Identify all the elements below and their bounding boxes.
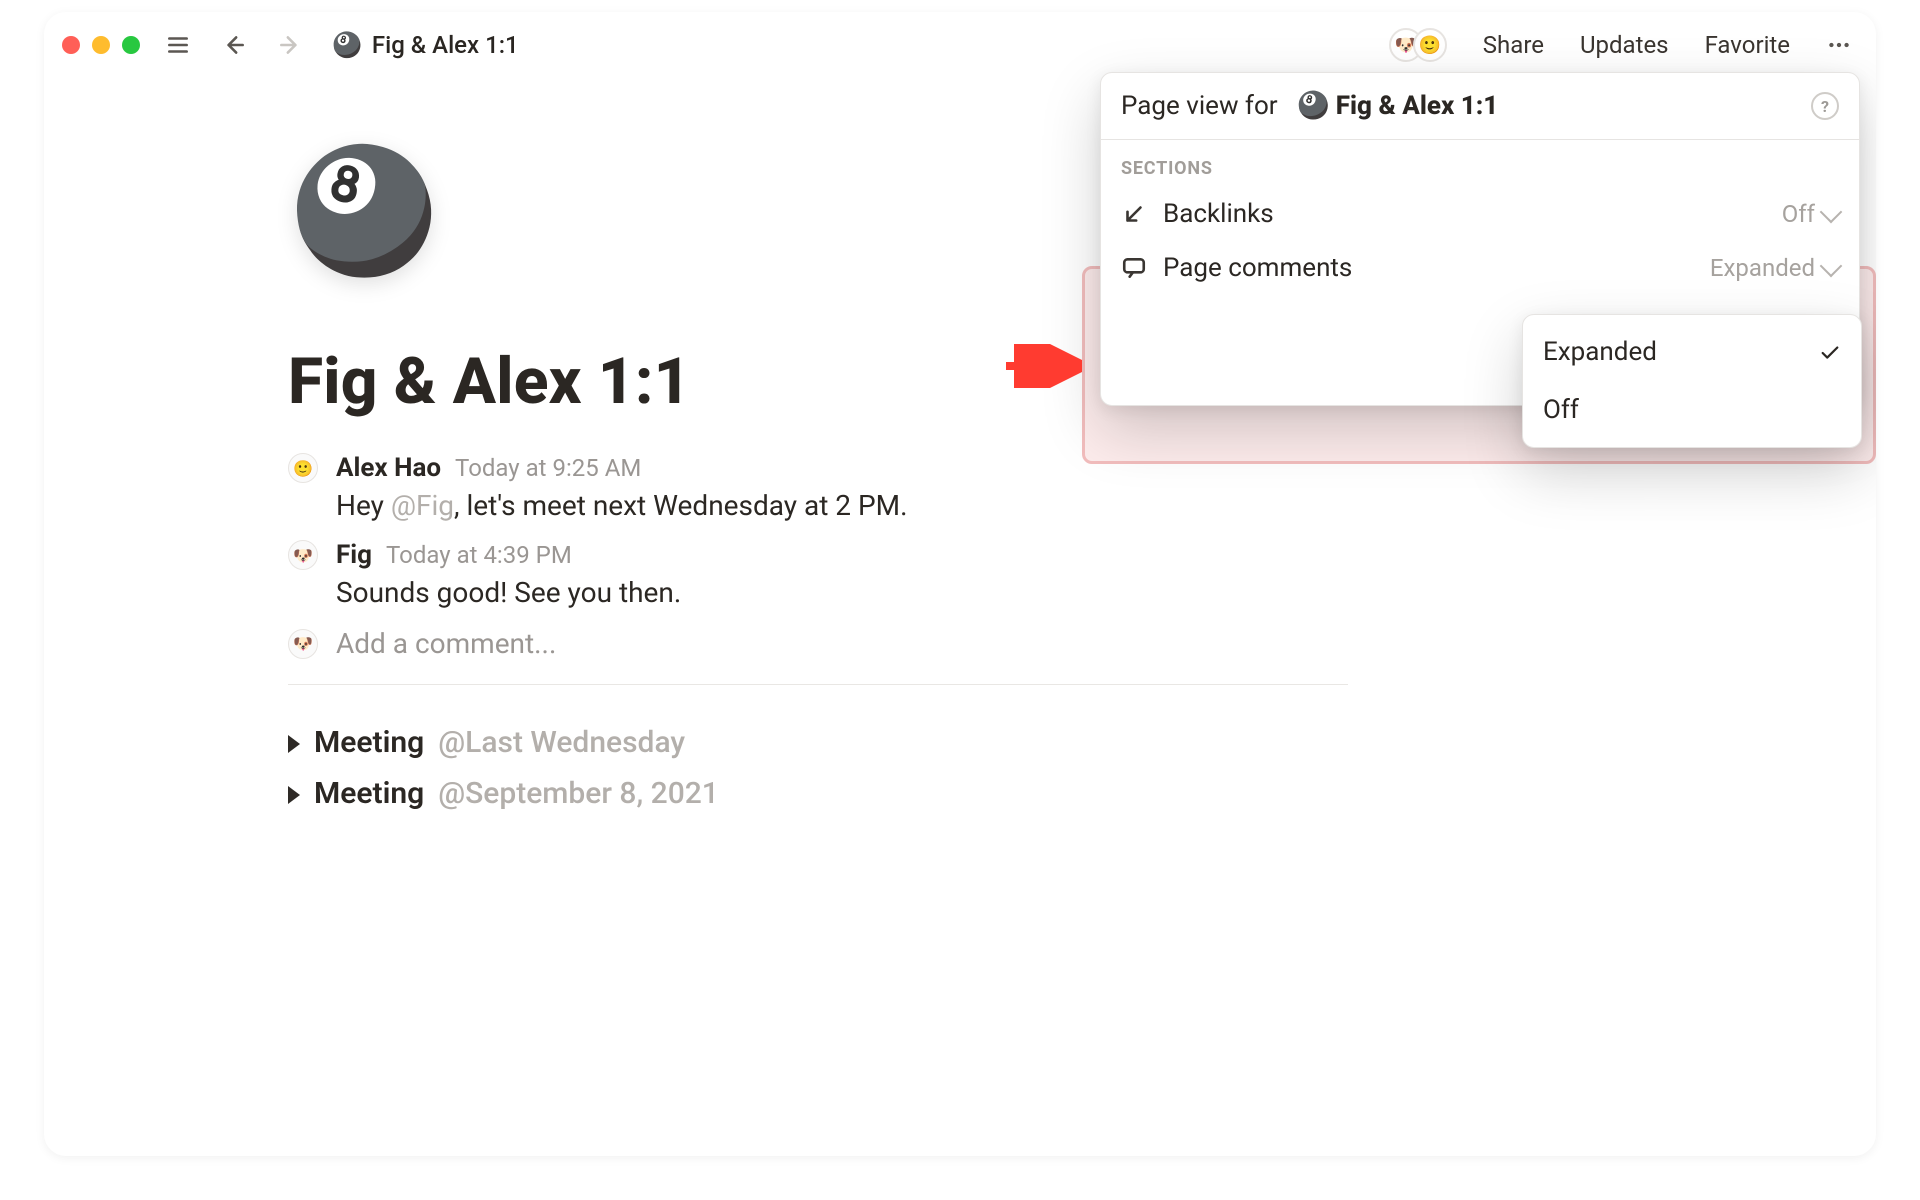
sidebar-toggle-icon[interactable] xyxy=(160,27,196,63)
check-icon xyxy=(1819,341,1841,363)
toggle-item[interactable]: Meeting @September 8, 2021 xyxy=(288,776,1876,811)
breadcrumb-page-icon: 🎱 xyxy=(332,33,362,57)
comment-author: Fig xyxy=(336,540,372,570)
nav-forward-icon[interactable] xyxy=(272,27,308,63)
toggle-item[interactable]: Meeting @Last Wednesday xyxy=(288,725,1876,760)
comment-item: 🙂 Alex Hao Today at 9:25 AM Hey @Fig, le… xyxy=(288,453,1876,522)
page-icon[interactable]: 🎱 xyxy=(288,136,440,288)
comment-time: Today at 9:25 AM xyxy=(455,454,641,482)
mention[interactable]: @Fig xyxy=(391,489,454,522)
comments-section: 🙂 Alex Hao Today at 9:25 AM Hey @Fig, le… xyxy=(288,453,1876,660)
dropdown-option-label: Expanded xyxy=(1543,337,1657,367)
add-comment-placeholder: Add a comment... xyxy=(336,627,556,660)
share-button[interactable]: Share xyxy=(1475,25,1552,65)
comment-item: 🐶 Fig Today at 4:39 PM Sounds good! See … xyxy=(288,540,1876,609)
avatar: 🐶 xyxy=(288,540,318,570)
comment-text: Sounds good! See you then. xyxy=(336,576,681,609)
toggle-list: Meeting @Last Wednesday Meeting @Septemb… xyxy=(288,725,1876,811)
avatar: 🙂 xyxy=(288,453,318,483)
breadcrumb-title: Fig & Alex 1:1 xyxy=(372,31,519,59)
comment-text-part: Sounds good! See you then. xyxy=(336,576,681,609)
presence-avatars: 🐶 🙂 xyxy=(1389,28,1447,62)
breadcrumb[interactable]: 🎱 Fig & Alex 1:1 xyxy=(332,31,519,59)
add-comment-input[interactable]: 🐶 Add a comment... xyxy=(288,627,1876,660)
comment-text-part: Hey xyxy=(336,489,391,522)
toggle-date-mention[interactable]: @September 8, 2021 xyxy=(438,776,719,811)
toggle-triangle-icon[interactable] xyxy=(288,735,300,753)
close-window-dot[interactable] xyxy=(62,36,80,54)
updates-button[interactable]: Updates xyxy=(1572,25,1677,65)
comment-text: Hey @Fig, let's meet next Wednesday at 2… xyxy=(336,489,907,522)
comment-time: Today at 4:39 PM xyxy=(386,541,572,569)
zoom-window-dot[interactable] xyxy=(122,36,140,54)
annotation-arrow-icon xyxy=(1002,344,1082,388)
avatar: 🐶 xyxy=(288,629,318,659)
minimize-window-dot[interactable] xyxy=(92,36,110,54)
dropdown-option-off[interactable]: Off xyxy=(1523,381,1861,439)
toggle-triangle-icon[interactable] xyxy=(288,786,300,804)
presence-avatar[interactable]: 🙂 xyxy=(1413,28,1447,62)
comment-text-part: , let's meet next Wednesday at 2 PM. xyxy=(454,489,907,522)
toggle-label: Meeting xyxy=(314,725,424,760)
page-comments-dropdown: Expanded Off xyxy=(1522,314,1862,448)
dropdown-option-label: Off xyxy=(1543,395,1579,425)
nav-back-icon[interactable] xyxy=(216,27,252,63)
toggle-date-mention[interactable]: @Last Wednesday xyxy=(438,725,685,760)
comment-author: Alex Hao xyxy=(336,453,441,483)
topbar: 🎱 Fig & Alex 1:1 🐶 🙂 Share Updates Favor… xyxy=(44,12,1876,78)
more-menu-icon[interactable] xyxy=(1818,27,1854,63)
dropdown-option-expanded[interactable]: Expanded xyxy=(1523,323,1861,381)
favorite-button[interactable]: Favorite xyxy=(1697,25,1798,65)
divider xyxy=(288,684,1348,685)
toggle-label: Meeting xyxy=(314,776,424,811)
window-controls xyxy=(62,36,140,54)
app-window: 🎱 Fig & Alex 1:1 🐶 🙂 Share Updates Favor… xyxy=(44,12,1876,1156)
